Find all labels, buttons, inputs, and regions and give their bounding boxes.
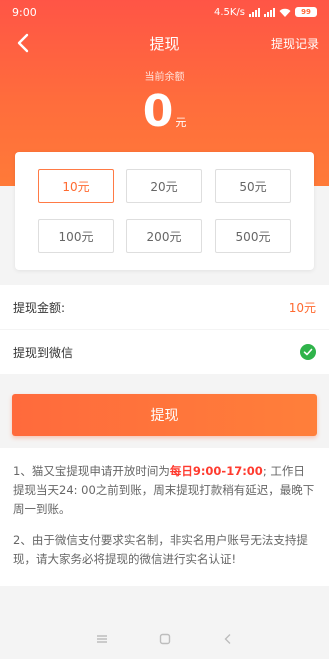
back-arrow-icon[interactable] (12, 31, 36, 55)
amount-card: 10元 20元 50元 100元 200元 500元 (15, 152, 314, 270)
home-icon[interactable] (158, 632, 172, 646)
status-bar: 9:00 4.5K/s 99 (0, 0, 329, 24)
notes-section: 1、猫又宝提现申请开放时间为每日9:00-17:00; 工作日提现当天24: 0… (0, 448, 329, 586)
withdraw-amount-value: 10元 (288, 300, 316, 315)
note-1-highlight: 每日9:00-17:00 (169, 464, 263, 478)
withdraw-wechat-row[interactable]: 提现到微信 (0, 330, 329, 374)
balance-unit: 元 (175, 116, 187, 129)
nav-bar: 提现 提现记录 (0, 26, 329, 60)
amount-option-200[interactable]: 200元 (126, 219, 202, 253)
note-1-pre: 1、猫又宝提现申请开放时间为 (13, 464, 170, 478)
check-circle-icon (300, 344, 316, 360)
balance-display: 0元 (0, 86, 329, 138)
signal-icon-2 (264, 7, 275, 17)
menu-icon[interactable] (95, 632, 109, 646)
withdraw-button[interactable]: 提现 (12, 394, 317, 436)
withdraw-amount-label: 提现金额: (13, 300, 66, 315)
balance-value: 0 (142, 86, 174, 137)
note-1: 1、猫又宝提现申请开放时间为每日9:00-17:00; 工作日提现当天24: 0… (13, 462, 316, 519)
status-icons: 4.5K/s 99 (214, 7, 317, 18)
note-2: 2、由于微信支付要求实名制，非实名用户账号无法支持提现，请大家务必将提现的微信进… (13, 533, 308, 566)
page-title: 提现 (149, 34, 180, 53)
status-time: 9:00 (12, 5, 37, 19)
network-speed: 4.5K/s (213, 6, 245, 18)
battery-icon: 99 (295, 7, 317, 17)
withdraw-wechat-label: 提现到微信 (13, 345, 74, 360)
system-nav-bar (0, 619, 329, 659)
back-icon[interactable] (221, 632, 235, 646)
withdraw-amount-row: 提现金额: 10元 (0, 285, 329, 329)
balance-label: 当前余额 (144, 72, 185, 83)
amount-option-10[interactable]: 10元 (38, 169, 114, 203)
history-link[interactable]: 提现记录 (271, 35, 319, 52)
amount-option-100[interactable]: 100元 (38, 219, 114, 253)
signal-icon (249, 7, 260, 17)
amount-option-500[interactable]: 500元 (215, 219, 291, 253)
amount-option-50[interactable]: 50元 (215, 169, 291, 203)
amount-option-20[interactable]: 20元 (126, 169, 202, 203)
wifi-icon (279, 8, 291, 17)
